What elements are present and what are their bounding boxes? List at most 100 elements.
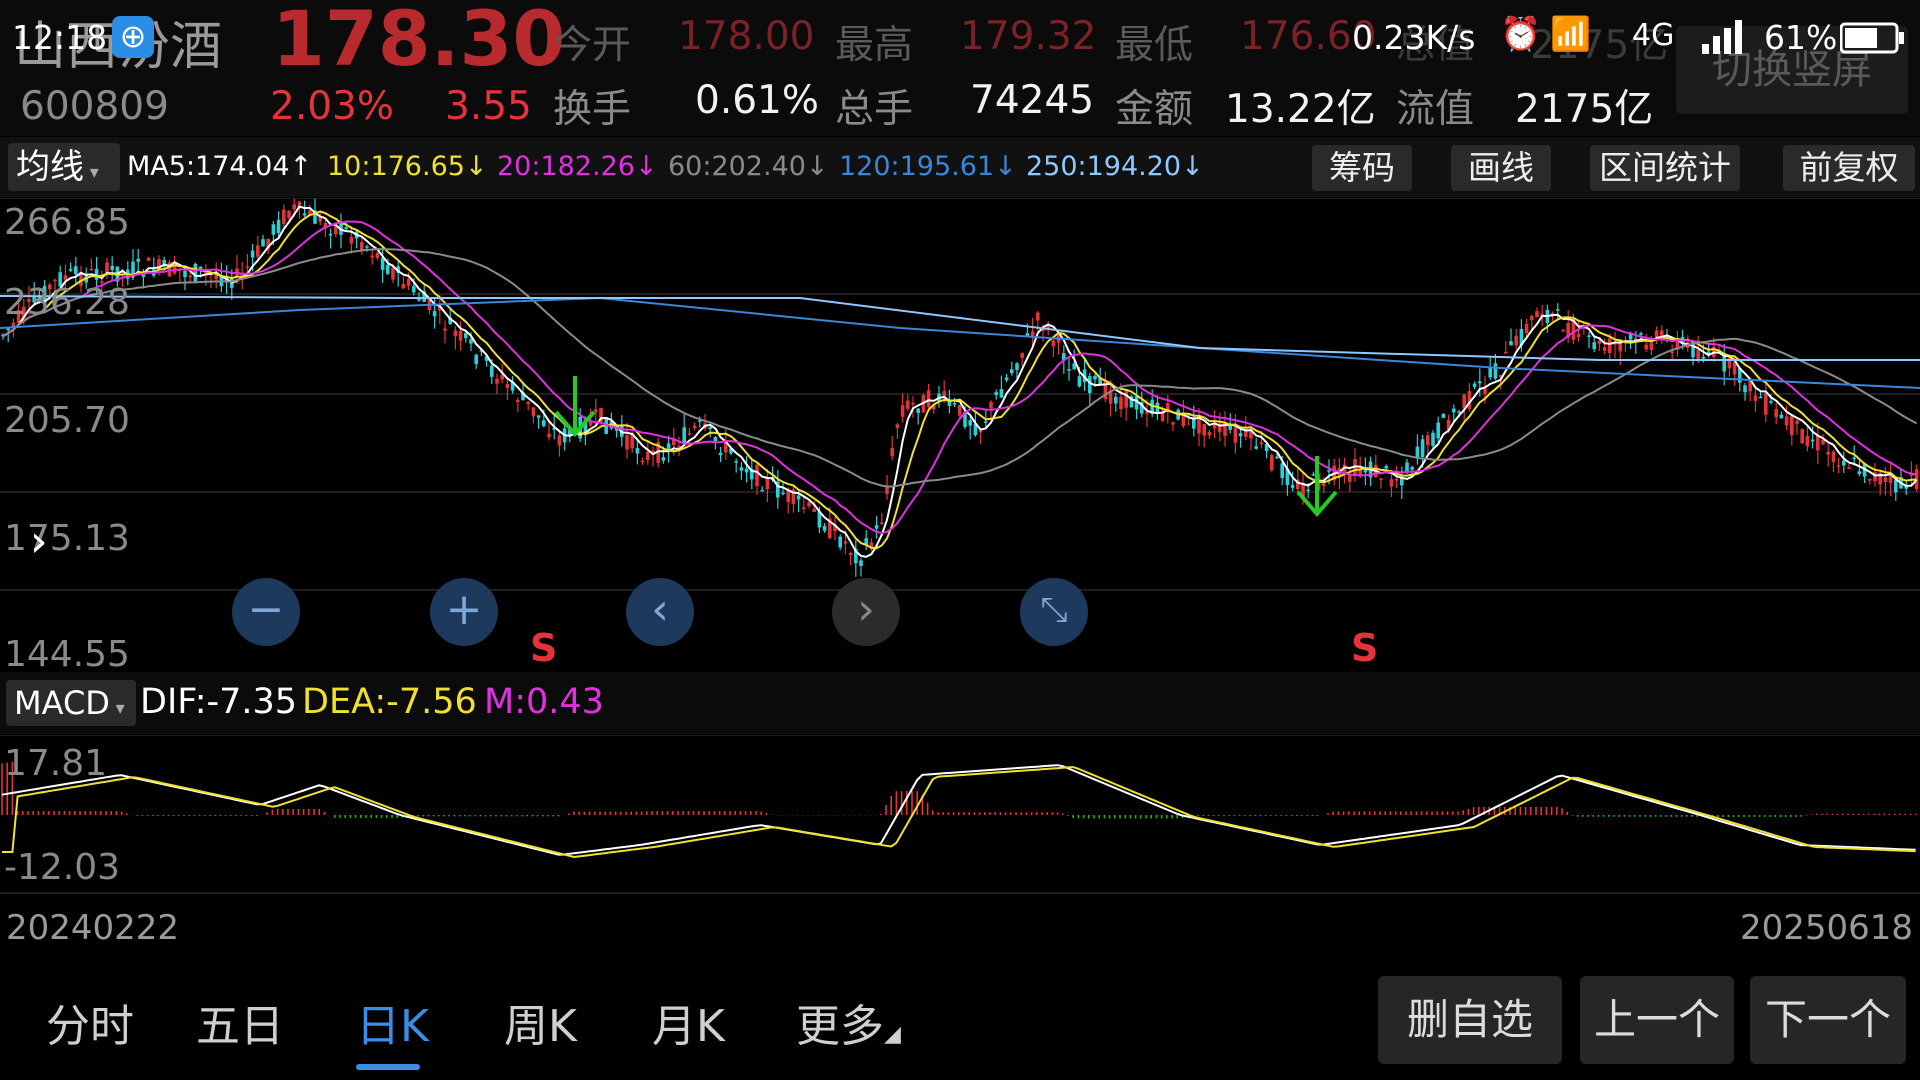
remove-watchlist-button[interactable]: 删自选	[1378, 976, 1562, 1064]
candle-body	[370, 255, 374, 258]
candle-body	[1535, 311, 1539, 318]
draw-line-button[interactable]: 画线	[1451, 145, 1551, 191]
candle-body	[1472, 383, 1477, 387]
next-stock-button[interactable]: 下一个	[1750, 976, 1906, 1064]
amount-value: 13.22亿	[1225, 87, 1376, 132]
candle-body	[505, 383, 510, 388]
dea-line	[2, 766, 1916, 859]
scroll-right-button[interactable]: ›	[832, 578, 900, 646]
candle-body	[1379, 478, 1383, 480]
candle-body	[250, 250, 255, 258]
tab-more[interactable]: 更多◢	[796, 990, 901, 1054]
candle-body	[926, 390, 931, 408]
candle-body	[53, 279, 57, 282]
candle-body	[958, 404, 962, 416]
amount-label: 金额	[1115, 87, 1194, 132]
candle-body	[474, 354, 478, 364]
candle-body	[1088, 376, 1092, 394]
ma10-value: 10:176.65↓	[327, 151, 488, 182]
collapse-icon[interactable]: ⤡	[1020, 578, 1088, 646]
ma5-value: MA5:174.04↑	[127, 151, 313, 182]
candle-body	[349, 236, 354, 244]
candle-body	[146, 257, 151, 261]
candle-body	[1602, 347, 1607, 351]
sell-signal: S	[1351, 626, 1379, 670]
tab-weekly-k[interactable]: 周K	[504, 990, 577, 1054]
candle-body	[1426, 435, 1430, 446]
candle-body	[1202, 424, 1206, 436]
macd-chart[interactable]: 17.81 -12.03	[0, 735, 1920, 895]
candle-body	[1821, 439, 1825, 445]
candle-body	[282, 209, 286, 224]
candle-body	[713, 437, 718, 442]
candle-body	[739, 467, 744, 471]
change-amount: 3.55	[445, 84, 532, 129]
candle-body	[6, 328, 10, 331]
open-label: 今开	[553, 23, 632, 68]
price-axis-label: 205.70	[4, 400, 130, 441]
macd-selector[interactable]: MACD ▾	[6, 680, 136, 726]
candle-body	[859, 560, 863, 566]
price-axis-label: 236.28	[4, 282, 130, 323]
battery-icon	[1839, 22, 1906, 58]
candle-body	[1493, 363, 1498, 379]
candle-body	[1561, 330, 1565, 332]
tab-monthly-k[interactable]: 月K	[652, 990, 725, 1054]
tab-intraday[interactable]: 分时	[46, 990, 134, 1054]
chevron-down-icon: ▾	[84, 162, 99, 183]
high-value: 179.32	[960, 14, 1097, 59]
ma250-value: 250:194.20↓	[1026, 151, 1204, 182]
candle-body	[531, 407, 536, 417]
turnover-label: 换手	[553, 87, 632, 132]
candle-body	[432, 311, 437, 317]
kline-chart[interactable]: 266.85 236.28 205.70 175.13 144.55 S S ›…	[0, 198, 1920, 675]
candle-body	[1831, 451, 1836, 462]
macd-canvas[interactable]	[0, 735, 1920, 895]
candle-body	[895, 424, 900, 429]
candle-body	[1847, 467, 1851, 470]
candle-body	[916, 408, 920, 413]
candle-body	[1067, 369, 1071, 371]
scroll-left-button[interactable]: ‹	[626, 578, 694, 646]
tab-five-day[interactable]: 五日	[196, 990, 284, 1054]
chevron-down-icon: ▾	[109, 698, 125, 719]
zoom-in-button[interactable]: +	[430, 578, 498, 646]
zoom-out-button[interactable]: −	[232, 578, 300, 646]
candle-body	[1093, 376, 1097, 380]
candle-body	[1025, 333, 1030, 336]
status-time: 12:18	[12, 18, 108, 57]
macd-axis-bottom: -12.03	[4, 847, 121, 888]
interval-stats-button[interactable]: 区间统计	[1590, 145, 1740, 191]
ma10-line	[2, 210, 1917, 550]
indicator-selector[interactable]: 均线 ▾	[8, 143, 120, 191]
candle-body	[1410, 467, 1414, 470]
candle-body	[136, 258, 140, 262]
candle-body	[536, 415, 541, 418]
candle-body	[989, 401, 993, 409]
candle-body	[984, 421, 988, 423]
candle-body	[1868, 479, 1872, 481]
candle-body	[1478, 381, 1482, 384]
candle-body	[1732, 362, 1737, 375]
candle-body	[1431, 432, 1435, 446]
candle-body	[1608, 338, 1612, 354]
chevron-right-icon[interactable]: ›	[30, 516, 48, 567]
previous-stock-button[interactable]: 上一个	[1580, 976, 1734, 1064]
candle-body	[1764, 393, 1768, 415]
candle-body	[1784, 416, 1789, 426]
alarm-icon: ⏰	[1500, 14, 1542, 53]
candle-body	[375, 252, 380, 258]
tab-daily-k[interactable]: 日K	[356, 990, 429, 1054]
chips-button[interactable]: 筹码	[1312, 145, 1412, 191]
candle-body	[625, 435, 629, 450]
candle-body	[661, 457, 666, 461]
candle-body	[1389, 479, 1394, 487]
candle-body	[1036, 312, 1040, 321]
candle-body	[708, 427, 712, 430]
price-adjust-button[interactable]: 前复权	[1783, 145, 1915, 191]
candle-body	[755, 464, 759, 487]
candle-body	[1275, 456, 1279, 459]
candle-body	[968, 420, 972, 426]
high-label: 最高	[835, 23, 914, 68]
candle-body	[1420, 439, 1425, 458]
